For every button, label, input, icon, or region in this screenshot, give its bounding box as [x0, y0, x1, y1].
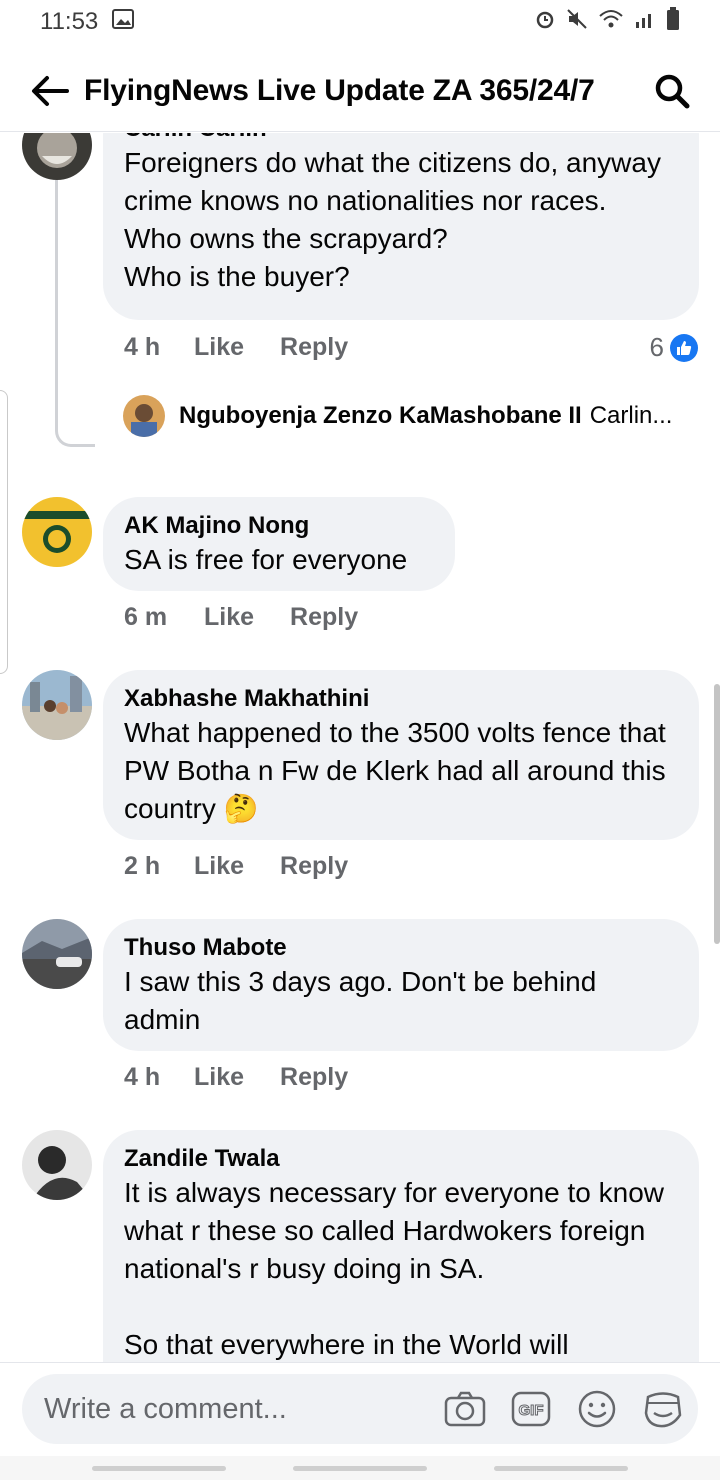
avatar[interactable] [22, 497, 92, 567]
reply-button[interactable]: Reply [280, 852, 348, 881]
comment-time[interactable]: 4 h [124, 1063, 194, 1092]
status-time: 11:53 [40, 8, 99, 35]
reply-button[interactable]: Reply [280, 1063, 348, 1092]
like-button[interactable]: Like [204, 603, 254, 632]
comment-actions: 4 h Like Reply [124, 1063, 348, 1092]
comment-bubble[interactable]: Carlin Carlin Foreigners do what the cit… [103, 133, 699, 320]
reply-button[interactable]: Reply [280, 333, 348, 362]
nav-recents-button[interactable] [92, 1465, 226, 1471]
reply-preview[interactable]: Nguboyenja Zenzo KaMashobane II Carlin..… [123, 395, 672, 437]
comment-time[interactable]: 2 h [124, 852, 194, 881]
nav-home-button[interactable] [293, 1465, 427, 1471]
battery-icon [666, 6, 680, 38]
comment-author[interactable]: Zandile Twala [124, 1144, 679, 1174]
comment-time[interactable]: 6 m [124, 603, 204, 632]
page-title: FlyingNews Live Update ZA 365/24/7 [84, 73, 595, 107]
back-arrow-icon [32, 75, 69, 106]
comment-composer: GIF [0, 1362, 720, 1456]
sticker-icon[interactable] [640, 1386, 686, 1432]
comment-text: Foreigners do what the citizens do, anyw… [124, 147, 661, 292]
left-edge-handle[interactable] [0, 390, 8, 674]
comment-author[interactable]: Carlin Carlin [124, 133, 679, 144]
signal-icon [634, 8, 656, 37]
comment-text: I saw this 3 days ago. Don't be behind a… [124, 966, 597, 1035]
comment-actions: 6 m Like Reply [124, 603, 358, 632]
comment-bubble[interactable]: Thuso Mabote I saw this 3 days ago. Don'… [103, 919, 699, 1051]
app-header: FlyingNews Live Update ZA 365/24/7 [0, 50, 720, 132]
emoji-icon[interactable] [574, 1386, 620, 1432]
alarm-icon [534, 8, 556, 37]
like-button[interactable]: Like [194, 333, 244, 362]
like-button[interactable]: Like [194, 1063, 244, 1092]
comment-bubble[interactable]: AK Majino Nong SA is free for everyone [103, 497, 455, 591]
comment-list: Carlin Carlin Foreigners do what the cit… [0, 133, 720, 1362]
like-button[interactable]: Like [194, 852, 244, 881]
composer-box: GIF [22, 1374, 698, 1444]
reaction-count-value: 6 [649, 332, 664, 362]
reply-author: Nguboyenja Zenzo KaMashobane II [179, 402, 582, 429]
comment-author[interactable]: AK Majino Nong [124, 511, 435, 541]
comment-actions: 4 h Like Reply [124, 333, 348, 362]
nav-back-button[interactable] [494, 1465, 628, 1471]
comment-bubble[interactable]: Xabhashe Makhathini What happened to the… [103, 670, 699, 840]
comment-input[interactable] [44, 1392, 434, 1426]
status-bar: 11:53 [0, 0, 720, 44]
system-nav-bar [0, 1456, 720, 1480]
reaction-count[interactable]: 6 [650, 332, 698, 363]
back-button[interactable] [26, 67, 74, 115]
avatar[interactable] [22, 1130, 92, 1200]
comment-text: It is always necessary for everyone to k… [124, 1177, 665, 1360]
reply-button[interactable]: Reply [290, 603, 358, 632]
wifi-icon [598, 8, 624, 37]
reply-avatar [123, 395, 165, 437]
avatar[interactable] [22, 133, 92, 180]
reply-snippet: Carlin... [589, 402, 673, 429]
mute-icon [566, 8, 588, 37]
comment-text: What happened to the 3500 volts fence th… [124, 717, 666, 824]
svg-text:GIF: GIF [519, 1402, 544, 1419]
comment-author[interactable]: Thuso Mabote [124, 933, 679, 963]
avatar[interactable] [22, 670, 92, 740]
gif-icon[interactable]: GIF [508, 1386, 554, 1432]
scrollbar-thumb[interactable] [714, 684, 720, 944]
thread-line [55, 180, 95, 447]
camera-icon[interactable] [442, 1386, 488, 1432]
comment-bubble[interactable]: Zandile Twala It is always necessary for… [103, 1130, 699, 1362]
comment-text: SA is free for everyone [124, 544, 408, 575]
like-thumb-icon [670, 333, 698, 362]
comment-actions: 2 h Like Reply [124, 852, 348, 881]
comment-author[interactable]: Xabhashe Makhathini [124, 684, 679, 714]
gallery-notification-icon [112, 8, 135, 36]
search-icon [655, 74, 690, 108]
comment-time[interactable]: 4 h [124, 333, 194, 362]
avatar[interactable] [22, 919, 92, 989]
search-button[interactable] [648, 67, 696, 115]
